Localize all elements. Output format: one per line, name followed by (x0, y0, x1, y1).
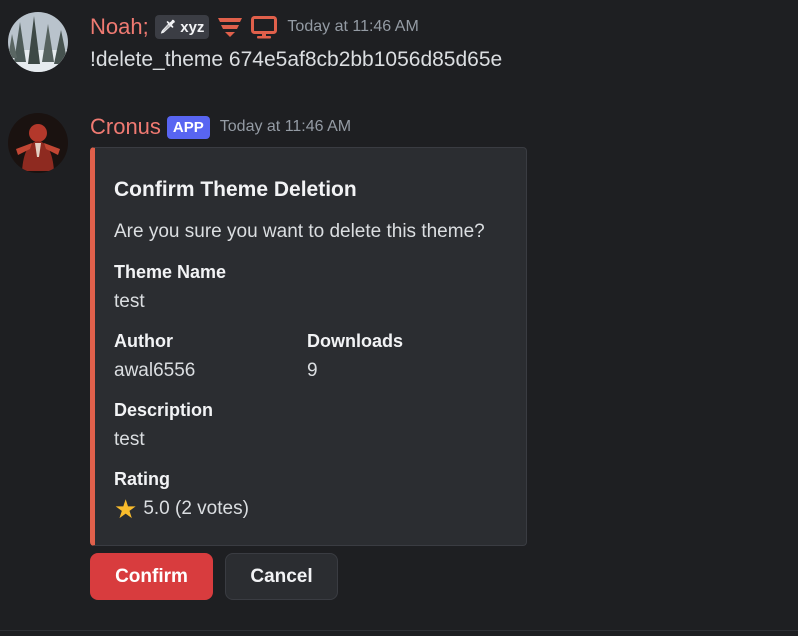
field-value-theme-name: test (114, 291, 145, 312)
field-value-author: awal6556 (114, 360, 196, 381)
server-tag[interactable]: 🗡 xyz (154, 15, 210, 39)
field-name-downloads: Downloads (307, 331, 404, 351)
field-value-rating: ★ 5.0 (2 votes) (114, 496, 249, 522)
bot-avatar-cronus[interactable] (8, 113, 68, 173)
timestamp: Today at 11:46 AM (287, 18, 419, 35)
star-icon: ★ (114, 494, 138, 524)
sword-icon: 🗡 (159, 19, 177, 34)
confirm-button[interactable]: Confirm (90, 553, 213, 600)
field-value-description: test (114, 429, 145, 450)
message-content: !delete_theme 674e5af8cb2bb1056d85d65e (90, 48, 503, 71)
role-icon[interactable] (217, 16, 243, 38)
timestamp: Today at 11:46 AM (219, 118, 352, 135)
field-value-downloads: 9 (307, 360, 318, 381)
message-header: Noah; 🗡 xyz Today at 11:46 AM (90, 12, 419, 42)
embed-title: Confirm Theme Deletion (114, 178, 357, 201)
cancel-button[interactable]: Cancel (225, 553, 338, 600)
field-name-rating: Rating (114, 469, 170, 489)
field-name-author: Author (114, 331, 173, 351)
embed-description: Are you sure you want to delete this the… (114, 221, 485, 242)
bot-username[interactable]: Cronus (90, 114, 161, 140)
message-noah: Noah; 🗡 xyz Today at 11:46 AM !delete_th… (0, 0, 798, 90)
app-badge: APP (166, 115, 210, 139)
embed-card: Confirm Theme Deletion Are you sure you … (90, 147, 527, 546)
username[interactable]: Noah; (90, 14, 149, 40)
divider (0, 630, 798, 631)
field-name-theme-name: Theme Name (114, 262, 227, 282)
rating-text: 5.0 (2 votes) (143, 498, 249, 519)
field-name-description: Description (114, 400, 214, 420)
user-avatar-noah[interactable] (8, 12, 68, 72)
desktop-icon (251, 15, 278, 39)
message-header: Cronus APP Today at 11:46 AM (90, 112, 351, 142)
server-tag-label: xyz (180, 18, 205, 36)
